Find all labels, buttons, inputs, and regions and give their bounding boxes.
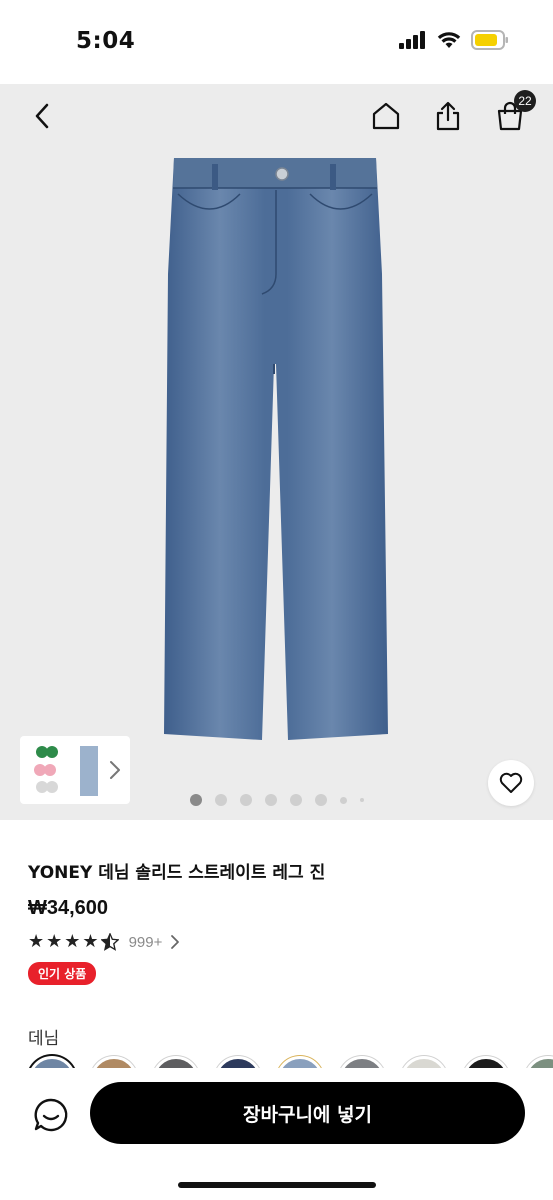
status-time: 5:04 [76,28,136,54]
status-bar: 5:04 [0,0,553,84]
chat-button[interactable] [30,1094,72,1136]
pagination-dot[interactable] [359,798,364,802]
battery-icon [471,30,508,50]
pagination-dot[interactable] [339,796,347,804]
cart-count-badge: 22 [514,90,536,112]
product-image-gallery[interactable]: 22 [0,84,553,820]
star-icon: ★ [82,931,99,952]
pagination-dot[interactable] [314,794,327,806]
back-button[interactable] [22,96,62,136]
share-icon [436,101,460,131]
product-title: YONEY 데님 솔리드 스트레이트 레그 진 [28,863,326,883]
pagination-dot[interactable] [289,794,302,806]
chat-icon [34,1098,68,1132]
chevron-left-icon [35,103,49,129]
pagination-dot[interactable] [189,794,202,806]
home-indicator [178,1182,376,1188]
bottom-action-bar: 장바구니에 넣기 [0,1068,553,1200]
star-icon: ★ [46,931,63,952]
product-thumbnail-image [20,740,102,800]
home-icon [372,102,400,130]
rating-row[interactable]: ★ ★ ★ ★ 999+ [28,930,528,954]
half-star-icon [100,933,119,951]
product-image [164,158,388,740]
color-option-label: 데님 [28,1029,60,1049]
add-to-cart-button[interactable]: 장바구니에 넣기 [90,1082,525,1144]
product-info: YONEY 데님 솔리드 스트레이트 레그 진 ₩34,600 ★ ★ ★ ★ … [28,858,528,985]
star-icon: ★ [64,931,81,952]
status-icons [399,30,509,50]
popular-badge: 인기 상품 [28,962,97,985]
pagination-dot[interactable] [214,794,227,806]
cart-button[interactable]: 22 [490,90,536,136]
wifi-icon [437,32,461,48]
pagination-dot[interactable] [239,794,252,806]
chevron-right-icon [110,761,120,779]
pagination-dot[interactable] [264,794,277,806]
review-count: 999+ [128,933,163,951]
share-button[interactable] [428,96,468,136]
heart-icon [499,772,523,793]
gallery-pagination [0,794,553,806]
star-icon: ★ [28,931,45,952]
cellular-signal-icon [399,31,425,49]
chevron-right-icon [171,935,180,949]
product-price: ₩34,600 [28,897,109,919]
home-button[interactable] [366,96,406,136]
top-nav: 22 [0,84,553,148]
